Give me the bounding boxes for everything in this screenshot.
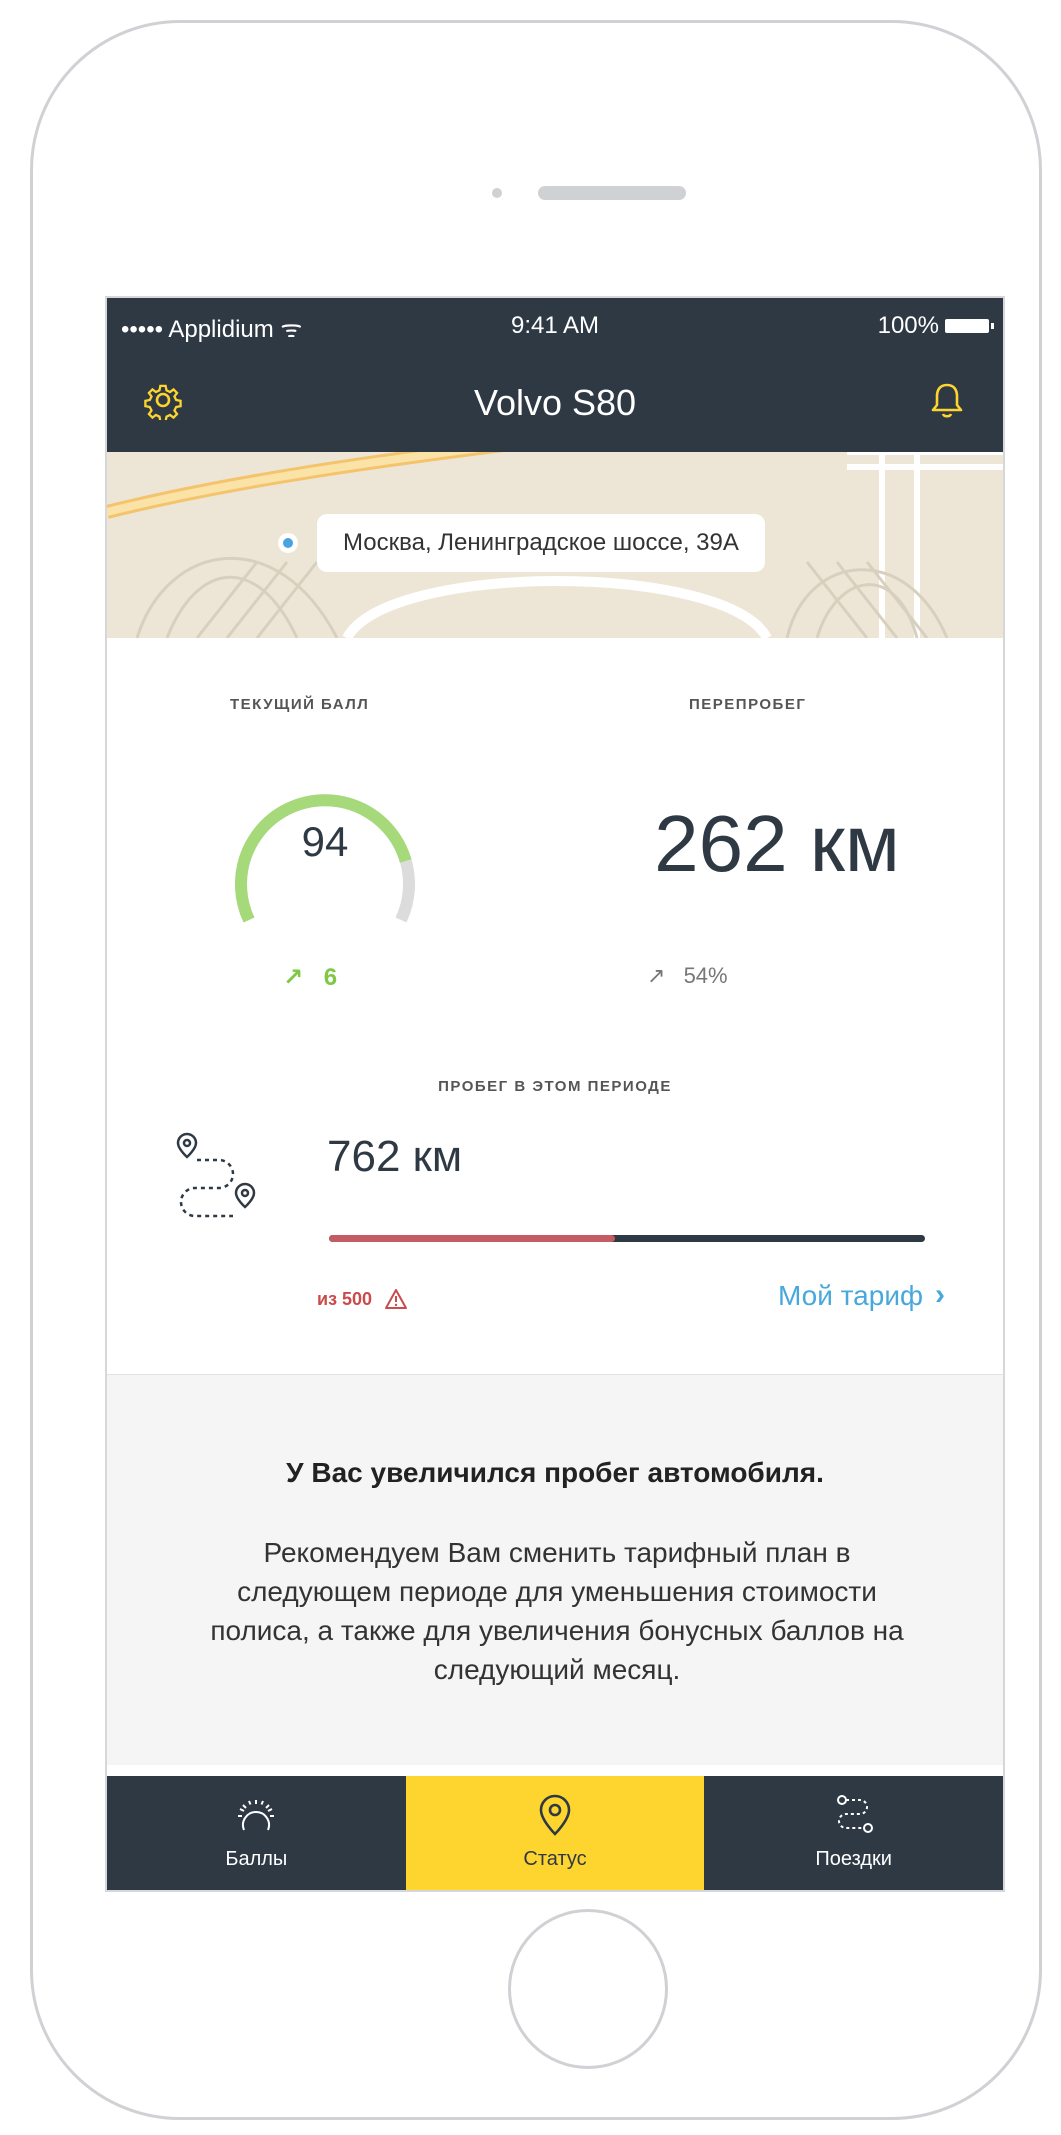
location-map[interactable]: Москва, Ленинградское шоссе, 39А [107, 452, 1003, 638]
bell-icon[interactable] [927, 380, 967, 420]
current-location-dot [278, 533, 298, 553]
score-delta-value: 6 [323, 964, 338, 991]
trend-up-icon: ↗ [283, 964, 304, 991]
route-icon [836, 1795, 873, 1833]
battery-percent: 100% [877, 312, 939, 339]
overrun-label: ПЕРЕПРОБЕГ [689, 696, 807, 713]
mileage-progress-bar [329, 1235, 925, 1242]
mileage-label: ПРОБЕГ В ЭТОМ ПЕРИОДЕ [438, 1078, 672, 1095]
home-button[interactable] [508, 1909, 668, 2069]
score-value: 94 [301, 818, 349, 865]
overrun-delta: ↗ 54% [647, 963, 728, 989]
address-pill[interactable]: Москва, Ленинградское шоссе, 39А [317, 514, 765, 572]
notice-body: Рекомендуем Вам сменить тарифный план в … [210, 1537, 904, 1685]
tab-status-label: Статус [523, 1848, 587, 1870]
overrun-delta-value: 54% [683, 963, 728, 988]
notice-panel: У Вас увеличился пробег автомобиля. Реко… [107, 1374, 1003, 1765]
status-battery: 100% [877, 312, 994, 340]
route-icon [176, 1132, 256, 1218]
score-delta: ↗ 6 [283, 963, 337, 992]
earpiece-speaker [538, 186, 686, 200]
tab-trips[interactable]: Поездки [704, 1776, 1003, 1890]
notice-title: У Вас увеличился пробег автомобиля. [286, 1457, 824, 1488]
top-bar: ••••• Applidium ᯤ 9:41 AM 100% Volvo S80 [107, 298, 1003, 452]
speedometer-icon [238, 1800, 275, 1831]
tab-bar: Баллы Статус Поездки [107, 1776, 1003, 1890]
page-title: Volvo S80 [473, 382, 637, 423]
mileage-value: 762 км [327, 1132, 463, 1181]
front-camera [492, 188, 502, 198]
mileage-limit: из 500 [317, 1288, 408, 1310]
status-time: 9:41 AM [510, 312, 600, 339]
tab-points[interactable]: Баллы [107, 1776, 406, 1890]
location-pin-icon [539, 1794, 571, 1836]
overrun-value: 262 км [654, 799, 900, 888]
trend-up-icon: ↗ [647, 963, 666, 988]
chevron-right-icon[interactable]: › [935, 1278, 945, 1312]
my-tariff-link[interactable]: Мой тариф [778, 1280, 923, 1312]
warning-icon [385, 1289, 408, 1309]
app-screen: ••••• Applidium ᯤ 9:41 AM 100% Volvo S80 [105, 296, 1005, 1892]
mileage-progress-fill [329, 1235, 616, 1242]
tab-status[interactable]: Статус [405, 1776, 705, 1890]
address-text: Москва, Ленинградское шоссе, 39А [343, 529, 739, 556]
score-label: ТЕКУЩИЙ БАЛЛ [230, 696, 370, 713]
mileage-limit-text: из 500 [317, 1288, 373, 1309]
tab-trips-label: Поездки [815, 1848, 892, 1870]
battery-icon [945, 319, 994, 333]
tab-points-label: Баллы [225, 1848, 288, 1870]
